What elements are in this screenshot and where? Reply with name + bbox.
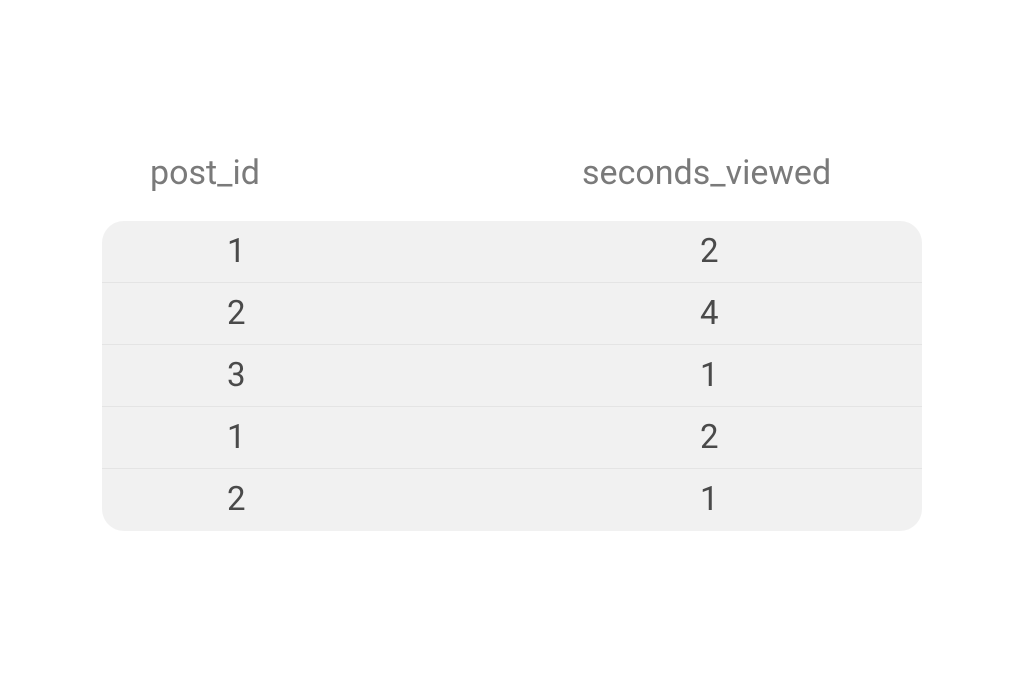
cell-post-id: 2 — [102, 480, 582, 519]
table-row: 1 2 — [102, 407, 922, 469]
cell-post-id: 2 — [102, 294, 582, 333]
cell-seconds-viewed: 2 — [582, 232, 922, 271]
table-row: 2 1 — [102, 469, 922, 531]
cell-seconds-viewed: 1 — [582, 356, 922, 395]
table-header-row: post_id seconds_viewed — [102, 153, 922, 221]
column-header-post-id: post_id — [102, 153, 582, 193]
table-row: 2 4 — [102, 283, 922, 345]
column-header-seconds-viewed: seconds_viewed — [582, 153, 922, 193]
table-body: 1 2 2 4 3 1 1 2 2 1 — [102, 221, 922, 531]
cell-seconds-viewed: 2 — [582, 418, 922, 457]
table-row: 1 2 — [102, 221, 922, 283]
cell-post-id: 1 — [102, 232, 582, 271]
cell-post-id: 3 — [102, 356, 582, 395]
cell-post-id: 1 — [102, 418, 582, 457]
cell-seconds-viewed: 4 — [582, 294, 922, 333]
cell-seconds-viewed: 1 — [582, 480, 922, 519]
table-row: 3 1 — [102, 345, 922, 407]
data-table: post_id seconds_viewed 1 2 2 4 3 1 1 2 2… — [102, 153, 922, 531]
